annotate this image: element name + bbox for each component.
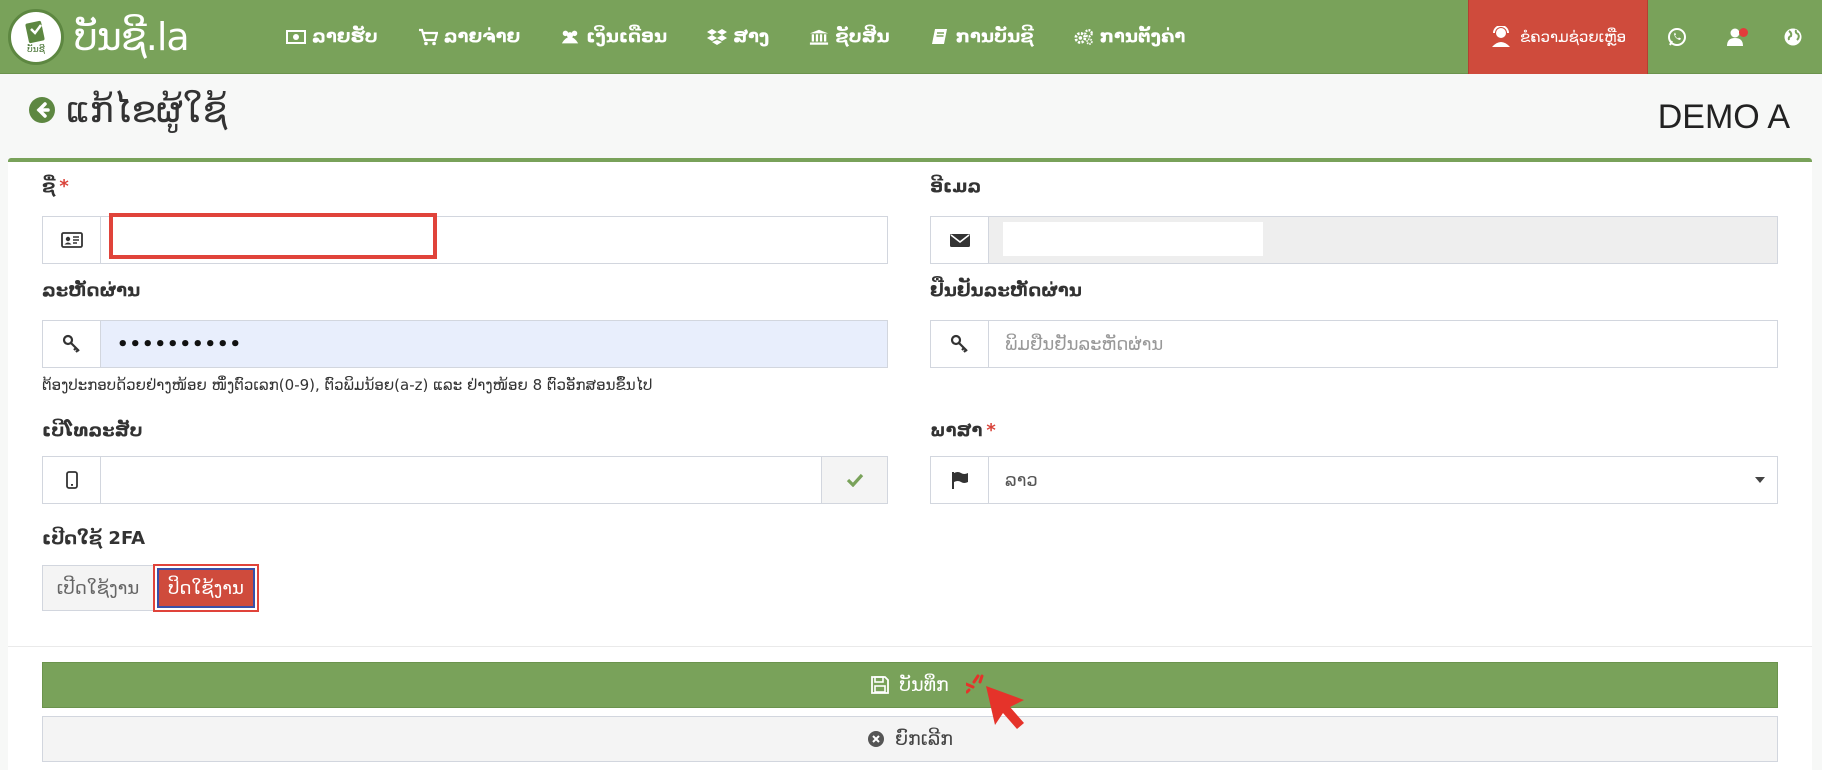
nav-item-label: ການບັນຊີ — [955, 26, 1034, 47]
brand-name: ບັນຊີ.la — [74, 14, 190, 59]
user-menu-button[interactable] — [1706, 0, 1764, 74]
times-circle-icon — [867, 730, 885, 748]
phone-verified-addon — [821, 457, 887, 503]
nav-item-accounting[interactable]: ການບັນຊີ — [910, 0, 1054, 74]
password-input-group: •••••••••• — [42, 320, 888, 368]
ledger-logo-icon — [25, 20, 45, 43]
language-label-text: ພາສາ — [930, 420, 983, 441]
nav-item-expense[interactable]: ລາຍຈ່າຍ — [398, 0, 541, 74]
twofa-disable-button[interactable]: ປິດໃຊ້ງານ — [157, 568, 255, 608]
key-icon — [950, 334, 968, 353]
whatsapp-button[interactable] — [1648, 0, 1706, 74]
nav-item-label: ເງິນເດືອນ — [586, 26, 668, 47]
nav-item-label: ການຕັ້ງຄ່າ — [1099, 26, 1186, 47]
language-select[interactable]: ລາວ — [989, 457, 1777, 503]
twofa-enable-button[interactable]: ເປີດໃຊ້ງານ — [42, 565, 154, 611]
nav-item-label: ລາຍຈ່າຍ — [443, 26, 521, 47]
cancel-button[interactable]: ຍົກເລີກ — [42, 716, 1778, 762]
check-icon — [846, 473, 863, 487]
key-addon — [931, 321, 989, 367]
edit-user-form: ຊື່ * ອີເມລ ລະຫັດຜ່ານ •••••••••• ຢືນຢັນລະ… — [8, 158, 1812, 770]
confirm-password-input-group: ພິມຢືນຢັນລະຫັດຜ່ານ — [930, 320, 1778, 368]
flag-addon — [931, 457, 989, 503]
nav-item-income[interactable]: ລາຍຮັບ — [266, 0, 398, 74]
language-select-group[interactable]: ລາວ — [930, 456, 1778, 504]
email-label: ອີເມລ — [930, 176, 982, 197]
whatsapp-icon — [1668, 28, 1686, 46]
flag-icon — [951, 472, 968, 489]
phone-label: ເບີໂທລະສັບ — [42, 420, 143, 441]
save-button[interactable]: ບັນທຶກ — [42, 662, 1778, 708]
nav-item-payroll[interactable]: ເງິນເດືອນ — [540, 0, 687, 74]
name-label-text: ຊື່ — [42, 176, 56, 197]
email-input-group — [930, 216, 1778, 264]
key-addon — [43, 321, 101, 367]
envelope-addon — [931, 217, 989, 263]
language-label: ພາສາ * — [930, 420, 996, 441]
key-icon — [62, 334, 80, 353]
click-cursor-icon — [966, 674, 1024, 729]
cancel-label: ຍົກເລີກ — [894, 728, 953, 750]
book-icon — [930, 28, 950, 46]
help-label: ຂໍຄວາມຊ່ວຍເຫຼືອ — [1519, 28, 1627, 46]
globe-icon — [1784, 28, 1802, 46]
password-input[interactable]: •••••••••• — [101, 321, 887, 367]
help-button[interactable]: ຂໍຄວາມຊ່ວຍເຫຼືອ — [1468, 0, 1648, 74]
notification-dot — [1739, 28, 1748, 37]
nav-item-assets[interactable]: ຊັບສິນ — [789, 0, 910, 74]
nav-item-warehouse[interactable]: ສາງ — [687, 0, 789, 74]
cart-icon — [418, 28, 438, 46]
nav-item-label: ສາງ — [733, 26, 770, 47]
language-globe-button[interactable] — [1764, 0, 1822, 74]
navbar-right: ຂໍຄວາມຊ່ວຍເຫຼືອ — [1468, 0, 1822, 74]
password-label: ລະຫັດຜ່ານ — [42, 280, 141, 301]
required-mark: * — [59, 176, 69, 197]
confirm-password-input[interactable]: ພິມຢືນຢັນລະຫັດຜ່ານ — [989, 321, 1777, 367]
email-redaction — [1003, 222, 1263, 256]
phone-input[interactable] — [101, 457, 821, 503]
twofa-label: ເປີດໃຊ້ 2FA — [42, 528, 146, 549]
back-arrow-icon[interactable] — [28, 96, 56, 124]
twofa-toggle: ເປີດໃຊ້ງານ ປິດໃຊ້ງານ — [42, 564, 259, 612]
nav-item-settings[interactable]: ການຕັ້ງຄ່າ — [1054, 0, 1206, 74]
bank-icon — [809, 28, 829, 46]
nav-item-label: ຊັບສິນ — [835, 26, 890, 47]
dropbox-icon — [707, 28, 728, 46]
chevron-down-icon — [1755, 477, 1765, 483]
id-card-addon — [43, 217, 101, 263]
support-agent-icon — [1490, 26, 1512, 48]
cogs-icon — [1074, 28, 1094, 46]
confirm-password-label: ຢືນຢັນລະຫັດຜ່ານ — [930, 280, 1082, 301]
main-menu: ລາຍຮັບ ລາຍຈ່າຍ ເງິນເດືອນ ສາງ ຊັບສິນ ການບ… — [266, 0, 1205, 74]
phone-input-group — [42, 456, 888, 504]
twofa-disable-highlight: ປິດໃຊ້ງານ — [153, 564, 259, 612]
form-divider — [8, 646, 1812, 647]
envelope-icon — [949, 233, 970, 247]
id-card-icon — [60, 232, 83, 248]
floppy-disk-icon — [871, 676, 890, 694]
brand[interactable]: ບັນຊີ ບັນຊີ.la — [0, 0, 248, 74]
top-navbar: ບັນຊີ ບັນຊີ.la ລາຍຮັບ ລາຍຈ່າຍ ເງິນເດືອນ — [0, 0, 1822, 74]
nav-item-label: ລາຍຮັບ — [312, 26, 378, 47]
mobile-addon — [43, 457, 101, 503]
required-mark: * — [986, 420, 996, 441]
page-header: ແກ້ໄຂຜູ້ໃຊ້ DEMO A — [0, 74, 1822, 160]
brand-logo: ບັນຊີ — [8, 8, 64, 65]
mobile-phone-icon — [65, 471, 78, 489]
save-label: ບັນທຶກ — [899, 674, 949, 696]
password-help-text: ຕ້ອງປະກອບດ້ວຍຢ່າງໜ້ອຍ ໜຶ່ງຕົວເລກ(0-9), ຕ… — [42, 376, 653, 394]
brand-logo-text: ບັນຊີ — [27, 44, 45, 55]
company-name: DEMO A — [1657, 98, 1790, 136]
name-label: ຊື່ * — [42, 176, 69, 197]
name-input-highlight — [109, 213, 437, 259]
page-title: ແກ້ໄຂຜູ້ໃຊ້ — [66, 90, 228, 131]
money-icon — [286, 28, 306, 46]
users-icon — [560, 28, 580, 46]
